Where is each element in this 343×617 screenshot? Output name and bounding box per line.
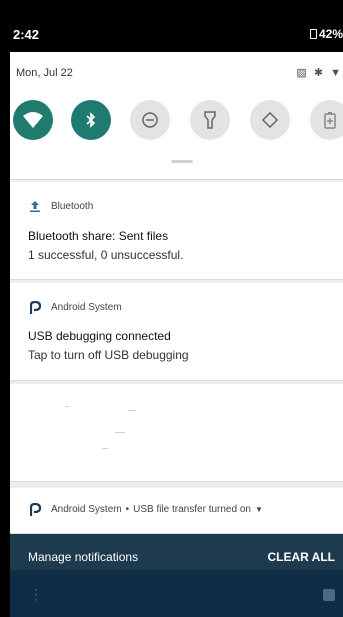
search-icon[interactable] bbox=[323, 589, 335, 601]
quick-settings-panel: Mon, Jul 22 ▨ ✱ ▼ bbox=[10, 52, 343, 180]
notification-body: Tap to turn off USB debugging bbox=[28, 348, 189, 362]
battery-indicator: 42% bbox=[309, 27, 343, 41]
battery-saver-tile[interactable] bbox=[310, 100, 343, 140]
notification-app-name: Bluetooth bbox=[51, 200, 94, 212]
flashlight-icon bbox=[204, 111, 216, 129]
notification-header: Android System • USB file transfer turne… bbox=[28, 503, 263, 516]
android-system-icon bbox=[28, 503, 42, 516]
notification-shade-screen: 2:42 42% Mon, Jul 22 ▨ ✱ ▼ Bluetooth Blu… bbox=[0, 0, 343, 617]
wifi-tile[interactable] bbox=[13, 100, 53, 140]
chevron-down-icon[interactable]: ▼ bbox=[255, 505, 263, 514]
wifi-icon bbox=[23, 112, 43, 128]
header-separator: • bbox=[125, 504, 130, 515]
do-not-disturb-icon bbox=[142, 112, 158, 128]
bluetooth-icon bbox=[86, 112, 96, 128]
battery-percent: 42% bbox=[318, 27, 343, 41]
left-edge bbox=[0, 0, 10, 617]
notification-card[interactable]: Bluetooth Bluetooth share: Sent files 1 … bbox=[10, 182, 343, 280]
battery-icon bbox=[309, 29, 317, 39]
qs-date: Mon, Jul 22 bbox=[16, 67, 73, 79]
notification-app-name: Android System bbox=[51, 504, 122, 515]
clear-all-button[interactable]: CLEAR ALL bbox=[267, 550, 335, 564]
background-app-area: · · · bbox=[10, 570, 343, 617]
notification-card[interactable]: Android System USB debugging connected T… bbox=[10, 283, 343, 381]
notification-app-name: Android System bbox=[51, 302, 122, 313]
flashlight-tile[interactable] bbox=[190, 100, 230, 140]
do-not-disturb-tile[interactable] bbox=[130, 100, 170, 140]
notification-body: 1 successful, 0 unsuccessful. bbox=[28, 248, 184, 262]
auto-rotate-tile[interactable] bbox=[250, 100, 290, 140]
notification-summary: USB file transfer turned on bbox=[133, 504, 251, 515]
wifi-status-icon: ▼ bbox=[330, 67, 343, 79]
notification-card-collapsed[interactable]: Android System • USB file transfer turne… bbox=[10, 488, 343, 534]
notification-header: Bluetooth bbox=[28, 200, 93, 212]
qs-status-icons: ▨ ✱ ▼ bbox=[296, 66, 343, 79]
faded-text bbox=[115, 432, 125, 433]
vibrate-icon: ▨ bbox=[296, 67, 309, 79]
shade-footer: Manage notifications CLEAR ALL bbox=[10, 534, 343, 570]
android-system-icon bbox=[28, 301, 42, 314]
overflow-menu-icon[interactable]: · · · bbox=[34, 583, 38, 605]
faded-text bbox=[65, 406, 69, 407]
bluetooth-tile[interactable] bbox=[71, 100, 111, 140]
battery-saver-icon bbox=[324, 112, 336, 129]
status-bar: 2:42 42% bbox=[0, 0, 343, 52]
manage-notifications-button[interactable]: Manage notifications bbox=[28, 550, 138, 564]
notification-title: USB debugging connected bbox=[28, 329, 171, 343]
status-time: 2:42 bbox=[13, 27, 40, 42]
collapsed-notification-placeholder bbox=[10, 384, 343, 482]
bluetooth-status-icon: ✱ bbox=[313, 67, 326, 79]
notification-header: Android System bbox=[28, 301, 122, 314]
notification-title: Bluetooth share: Sent files bbox=[28, 229, 169, 243]
qs-drag-handle[interactable] bbox=[171, 160, 193, 163]
faded-text bbox=[102, 448, 108, 449]
faded-text bbox=[128, 410, 136, 411]
auto-rotate-icon bbox=[261, 111, 279, 129]
upload-icon bbox=[28, 200, 42, 212]
